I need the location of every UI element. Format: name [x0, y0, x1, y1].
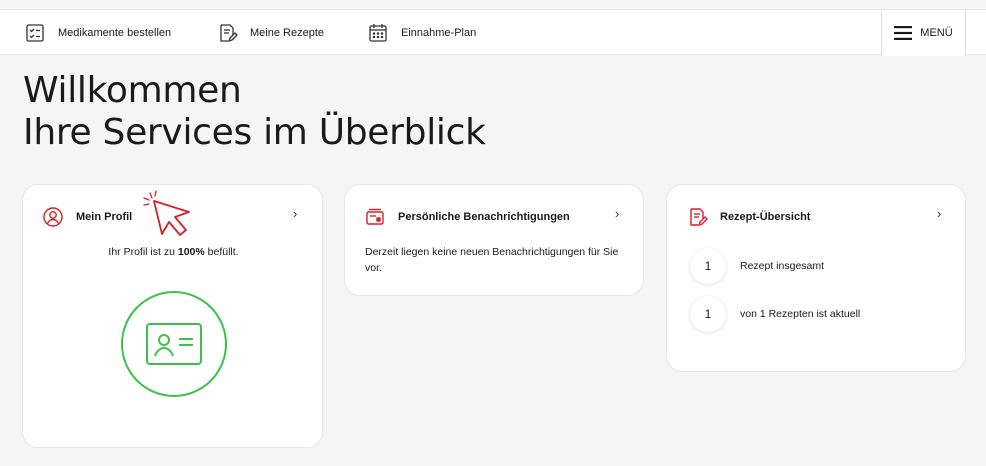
- prescription-edit-icon: [220, 24, 238, 43]
- checklist-icon: [26, 24, 44, 42]
- calendar-icon: [369, 24, 387, 42]
- profile-percent: 100%: [177, 246, 205, 258]
- mouse-pointer-icon: [143, 190, 190, 236]
- nav-label: Einnahme-Plan: [401, 27, 477, 39]
- menu-label: MENÜ: [920, 27, 953, 39]
- chevron-right-icon[interactable]: ›: [937, 206, 941, 221]
- prescription-edit-icon: [690, 208, 708, 227]
- profile-text-suffix: befüllt.: [207, 246, 239, 258]
- notifications-card-header[interactable]: Persönliche Benachrichtigungen: [364, 206, 570, 228]
- profile-completion-text: Ihr Profil ist zu 100% befüllt.: [23, 244, 324, 260]
- menu-button[interactable]: MENÜ: [881, 10, 966, 56]
- notifications-text: Derzeit liegen keine neuen Benachrichtig…: [365, 246, 619, 274]
- prescription-overview-header[interactable]: Rezept-Übersicht: [686, 206, 810, 228]
- prescription-total-count: 1: [690, 248, 726, 284]
- prescription-current-label: von 1 Rezepten ist aktuell: [740, 308, 861, 320]
- top-navigation: Medikamente bestellen Meine Rezepte Einn…: [0, 9, 986, 56]
- services-heading: Ihre Services im Überblick: [23, 112, 486, 153]
- nav-label: Medikamente bestellen: [58, 27, 172, 39]
- nav-medikamente-bestellen[interactable]: Medikamente bestellen: [24, 10, 171, 56]
- chevron-right-icon[interactable]: ›: [615, 206, 619, 221]
- user-circle-icon: [43, 207, 63, 227]
- profile-text-prefix: Ihr Profil ist zu: [108, 246, 175, 258]
- nav-einnahme-plan[interactable]: Einnahme-Plan: [367, 10, 476, 56]
- prescription-overview-card[interactable]: Rezept-Übersicht › 1 Rezept insgesamt 1 …: [666, 184, 966, 372]
- nav-meine-rezepte[interactable]: Meine Rezepte: [216, 10, 324, 56]
- hamburger-icon: [894, 26, 913, 40]
- page-title: Willkommen Ihre Services im Überblick: [23, 70, 486, 154]
- id-card-icon: [146, 323, 202, 365]
- notifications-card-title: Persönliche Benachrichtigungen: [398, 211, 570, 223]
- profile-card-header[interactable]: Mein Profil: [42, 206, 132, 228]
- welcome-heading: Willkommen: [23, 70, 242, 111]
- prescription-overview-title: Rezept-Übersicht: [720, 211, 811, 223]
- profile-card-title: Mein Profil: [76, 211, 133, 223]
- chevron-right-icon[interactable]: ›: [293, 206, 297, 221]
- prescription-total-label: Rezept insgesamt: [740, 260, 825, 272]
- notification-tray-icon: [366, 208, 384, 225]
- profile-complete-badge: [121, 291, 227, 397]
- notifications-card[interactable]: Persönliche Benachrichtigungen › Derzeit…: [344, 184, 644, 296]
- nav-label: Meine Rezepte: [250, 27, 324, 39]
- prescription-current-count: 1: [690, 296, 726, 332]
